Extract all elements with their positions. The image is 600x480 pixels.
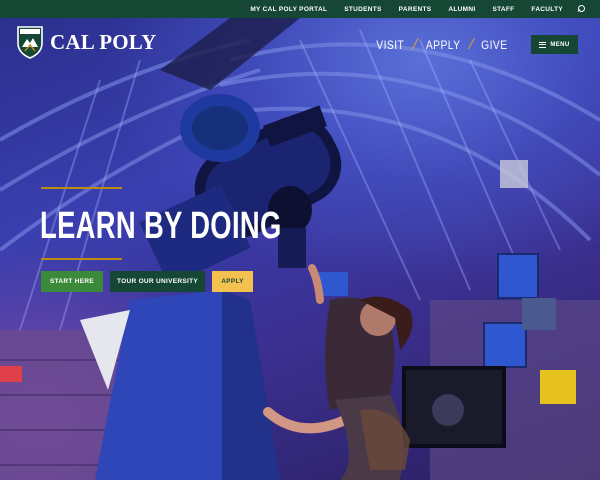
nav-separator: / <box>410 36 420 53</box>
tour-university-button[interactable]: TOUR OUR UNIVERSITY <box>110 271 205 292</box>
nav-link-visit[interactable]: VISIT <box>376 38 404 52</box>
utility-link-staff[interactable]: STAFF <box>492 6 514 13</box>
logo-wordmark: CAL POLY <box>50 29 157 54</box>
search-icon[interactable] <box>577 4 586 14</box>
utility-link-portal[interactable]: MY CAL POLY PORTAL <box>250 6 327 13</box>
nav-link-give[interactable]: GIVE <box>481 38 507 52</box>
utility-nav-bar: MY CAL POLY PORTAL STUDENTS PARENTS ALUM… <box>0 0 600 18</box>
utility-link-students[interactable]: STUDENTS <box>344 6 381 13</box>
start-here-button[interactable]: START HERE <box>41 271 103 292</box>
utility-link-faculty[interactable]: FACULTY <box>531 6 563 13</box>
menu-button[interactable]: MENU <box>531 35 578 54</box>
main-nav: VISIT / APPLY / GIVE <box>374 36 510 53</box>
apply-button[interactable]: APPLY <box>212 271 253 292</box>
shield-icon <box>17 26 43 59</box>
utility-link-parents[interactable]: PARENTS <box>399 6 432 13</box>
headline-top-rule <box>41 187 122 189</box>
nav-link-apply[interactable]: APPLY <box>426 38 461 52</box>
headline-bottom-rule <box>41 258 122 260</box>
hamburger-icon <box>539 41 547 48</box>
nav-separator: / <box>466 36 476 53</box>
site-logo[interactable]: CAL POLY <box>16 25 156 59</box>
utility-link-alumni[interactable]: ALUMNI <box>448 6 475 13</box>
hero-headline: LEARN BY DOING <box>40 205 282 247</box>
menu-label: MENU <box>550 41 570 48</box>
